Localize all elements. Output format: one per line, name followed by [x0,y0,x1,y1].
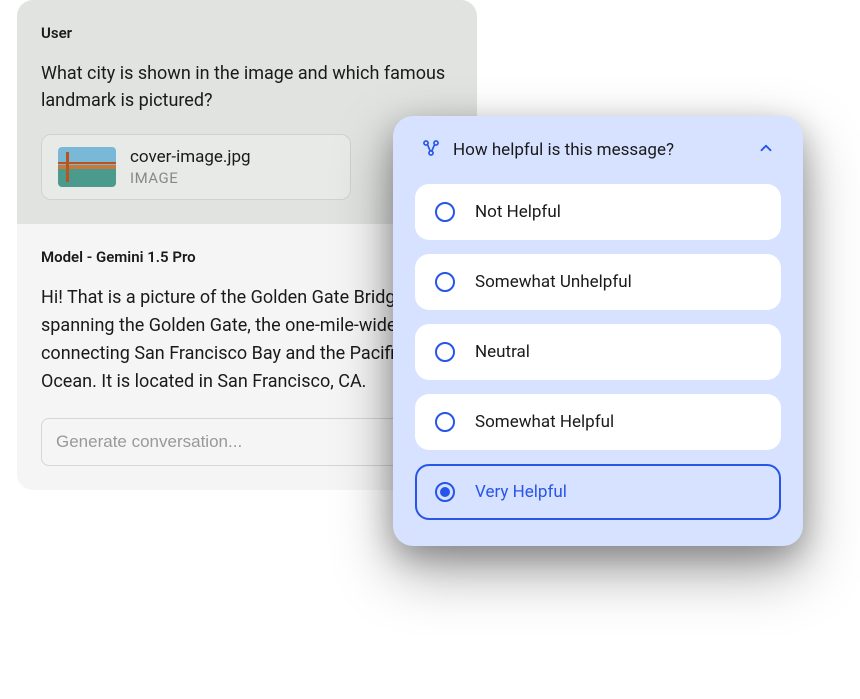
input-row [41,418,453,466]
rating-option-neutral[interactable]: Neutral [415,324,781,380]
attachment-filename: cover-image.jpg [130,147,251,167]
rating-option-very-helpful[interactable]: Very Helpful [415,464,781,520]
radio-icon [435,482,455,502]
user-message: What city is shown in the image and whic… [41,60,453,114]
attachment[interactable]: cover-image.jpg IMAGE [41,134,351,200]
radio-icon [435,202,455,222]
radio-icon [435,342,455,362]
model-message: Hi! That is a picture of the Golden Gate… [41,284,453,396]
attachment-info: cover-image.jpg IMAGE [130,147,251,187]
attachment-thumbnail [58,147,116,187]
rating-option-somewhat-helpful[interactable]: Somewhat Helpful [415,394,781,450]
rating-option-label: Not Helpful [475,202,561,222]
rating-option-somewhat-unhelpful[interactable]: Somewhat Unhelpful [415,254,781,310]
rating-option-label: Neutral [475,342,530,362]
attachment-type: IMAGE [130,169,251,187]
rating-card: How helpful is this message? Not Helpful… [393,116,803,546]
rating-options: Not Helpful Somewhat Unhelpful Neutral S… [415,184,781,520]
rating-option-label: Somewhat Unhelpful [475,272,632,292]
generate-input[interactable] [56,432,416,452]
tuning-icon [421,138,441,162]
rating-header: How helpful is this message? [415,138,781,162]
radio-icon [435,412,455,432]
radio-icon [435,272,455,292]
rating-option-label: Very Helpful [475,482,567,502]
user-label: User [41,24,453,42]
rating-option-not-helpful[interactable]: Not Helpful [415,184,781,240]
rating-title: How helpful is this message? [453,140,745,160]
rating-option-label: Somewhat Helpful [475,412,614,432]
model-label: Model - Gemini 1.5 Pro [41,248,453,266]
chevron-up-icon[interactable] [757,139,775,161]
